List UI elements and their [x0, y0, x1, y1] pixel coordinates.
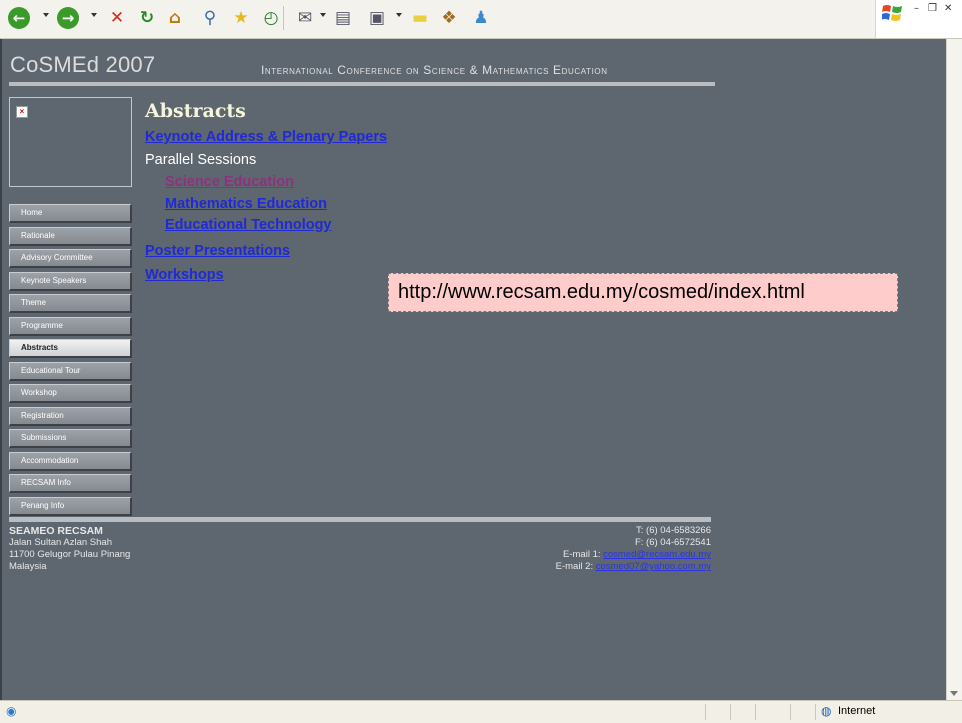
research-icon[interactable]: ❖ — [436, 5, 462, 31]
search-icon[interactable]: ⚲ — [197, 5, 223, 31]
browser-toolbar: ← → ✕ ↻ ⌂ ⚲ ★ ◴ ✉ ▤ ▣ ▬ ❖ ♟ – ❐ ✕ — [0, 0, 962, 39]
minimize-icon[interactable]: – — [914, 3, 919, 14]
science-education-link[interactable]: Science Education — [165, 174, 294, 190]
nav-item-registration[interactable]: Registration — [9, 406, 132, 426]
side-navigation: Home Rationale Advisory Committee Keynote S… — [9, 204, 132, 519]
footer-address: SEAMEO RECSAM Jalan Sultan Azlan Shah 11… — [9, 525, 130, 573]
footer-email-1-row: E-mail 1: cosmed@recsam.edu.my — [556, 549, 711, 561]
poster-presentations-link[interactable]: Poster Presentations — [145, 243, 290, 259]
windows-logo-area: – ❐ ✕ — [875, 0, 962, 38]
edit-icon[interactable]: ▣ — [364, 5, 390, 31]
security-zone-label: Internet — [838, 705, 876, 717]
nav-item-penang-info[interactable]: Penang Info — [9, 496, 132, 516]
restore-icon[interactable]: ❐ — [928, 3, 937, 14]
footer-email-2-label: E-mail 2: — [555, 561, 594, 572]
nav-item-workshop[interactable]: Workshop — [9, 384, 132, 403]
dropdown-arrow-icon[interactable] — [91, 13, 97, 17]
footer-fax: F: (6) 04-6572541 — [634, 537, 711, 548]
footer-address-line: 11700 Gelugor Pulau Pinang — [9, 549, 131, 560]
dropdown-arrow-icon[interactable] — [396, 13, 402, 17]
footer-phone: T: (6) 04-6583266 — [636, 525, 711, 536]
keynote-papers-link[interactable]: Keynote Address & Plenary Papers — [145, 129, 387, 145]
refresh-icon[interactable]: ↻ — [134, 5, 160, 31]
nav-item-home[interactable]: Home — [9, 204, 132, 223]
scroll-down-icon[interactable] — [950, 691, 958, 696]
stop-icon[interactable]: ✕ — [104, 5, 130, 31]
parallel-sessions-heading: Parallel Sessions — [145, 152, 257, 168]
broken-image-icon: × — [16, 106, 28, 118]
nav-item-abstracts[interactable]: Abstracts — [9, 339, 132, 358]
footer-email-2-row: E-mail 2: cosmed07@yahoo.com.my — [556, 561, 711, 573]
site-title: CoSMEd 2007 — [10, 52, 156, 77]
nav-item-accommodation[interactable]: Accommodation — [9, 451, 132, 471]
educational-technology-link[interactable]: Educational Technology — [165, 217, 332, 233]
nav-item-programme[interactable]: Programme — [9, 316, 132, 336]
messenger-icon[interactable]: ♟ — [468, 5, 494, 31]
footer-address-line: Malaysia — [9, 561, 47, 572]
nav-item-submissions[interactable]: Submissions — [9, 429, 132, 448]
footer-org: SEAMEO RECSAM — [9, 525, 103, 537]
page-done-icon: ◉ — [6, 704, 17, 718]
favorites-icon[interactable]: ★ — [228, 5, 254, 31]
footer-email-2-link[interactable]: cosmed07@yahoo.com.my — [596, 561, 711, 572]
home-icon[interactable]: ⌂ — [162, 5, 188, 31]
logo-frame: × — [9, 97, 132, 187]
mathematics-education-link[interactable]: Mathematics Education — [165, 196, 327, 212]
print-icon[interactable]: ▤ — [330, 5, 356, 31]
url-annotation: http://www.recsam.edu.my/cosmed/index.ht… — [388, 273, 898, 312]
nav-item-recsam-info[interactable]: RECSAM Info — [9, 474, 132, 493]
close-icon[interactable]: ✕ — [944, 3, 952, 14]
forward-icon[interactable]: → — [57, 7, 79, 29]
dropdown-arrow-icon[interactable] — [43, 13, 49, 17]
nav-item-theme[interactable]: Theme — [9, 294, 132, 313]
windows-flag-icon — [882, 5, 902, 21]
nav-item-rationale[interactable]: Rationale — [9, 226, 132, 246]
history-icon[interactable]: ◴ — [258, 5, 284, 31]
footer-email-1-label: E-mail 1: — [563, 549, 601, 560]
nav-item-educational-tour[interactable]: Educational Tour — [9, 361, 132, 381]
page-title: Abstracts — [145, 100, 246, 122]
header-divider — [9, 82, 715, 86]
status-bar: ◉ ◍ Internet — [0, 700, 962, 723]
workshops-link[interactable]: Workshops — [145, 267, 224, 283]
nav-item-keynote-speakers[interactable]: Keynote Speakers — [9, 271, 132, 291]
vertical-scrollbar[interactable] — [946, 39, 962, 700]
back-icon[interactable]: ← — [8, 7, 30, 29]
note-icon[interactable]: ▬ — [407, 5, 433, 31]
footer-contact: T: (6) 04-6583266 F: (6) 04-6572541 E-ma… — [556, 525, 711, 573]
nav-item-advisory-committee[interactable]: Advisory Committee — [9, 249, 132, 268]
footer-address-line: Jalan Sultan Azlan Shah — [9, 537, 112, 548]
site-subtitle: International Conference on Science & Ma… — [261, 63, 608, 77]
web-page: CoSMEd 2007 International Conference on … — [0, 39, 948, 700]
footer-divider — [9, 517, 711, 522]
dropdown-arrow-icon[interactable] — [320, 13, 326, 17]
footer-email-1-link[interactable]: cosmed@recsam.edu.my — [603, 549, 711, 560]
internet-zone-icon: ◍ — [821, 704, 832, 718]
mail-icon[interactable]: ✉ — [292, 5, 318, 31]
